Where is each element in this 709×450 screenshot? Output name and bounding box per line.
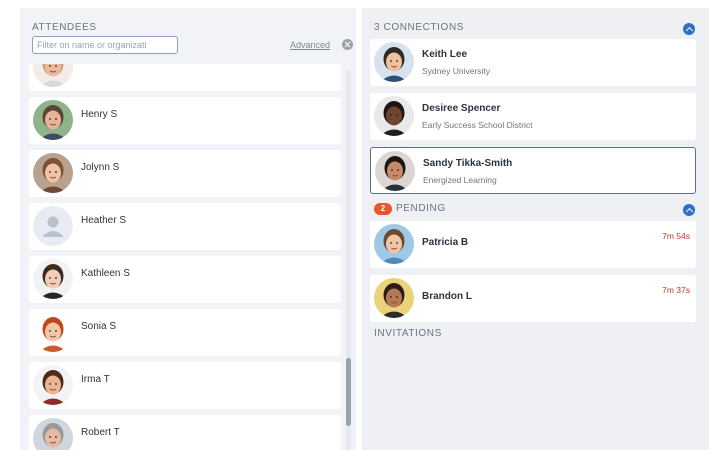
pending-avatar (374, 278, 414, 318)
pending-card[interactable]: Brandon L 7m 37s (370, 275, 696, 322)
attendee-name: Jolynn S (81, 162, 120, 173)
attendee-list[interactable]: Henry S Jolynn S Heather S Kathleen S Sonia … (29, 64, 341, 450)
clear-filter-icon[interactable] (342, 39, 353, 50)
collapse-connections-icon[interactable] (683, 23, 695, 35)
pending-name: Patricia B (422, 237, 469, 248)
connection-name: Sandy Tikka-Smith (423, 158, 513, 169)
connection-avatar (374, 42, 414, 82)
connections-title: 3 CONNECTIONS (374, 22, 465, 33)
connection-name: Desiree Spencer (422, 103, 501, 114)
attendee-avatar (33, 153, 73, 193)
collapse-pending-icon[interactable] (683, 204, 695, 216)
pending-title: PENDING (396, 203, 446, 214)
pending-timer: 7m 37s (662, 285, 690, 295)
attendee-card[interactable]: Jolynn S (29, 150, 341, 197)
attendee-card[interactable] (29, 64, 341, 91)
attendee-connections-app: ATTENDEES Advanced Henry S Jolynn S Heathe… (0, 0, 709, 450)
attendees-title: ATTENDEES (32, 22, 97, 33)
attendee-card[interactable]: Heather S (29, 203, 341, 250)
attendee-card[interactable]: Kathleen S (29, 256, 341, 303)
connection-organization: Early Success School District (422, 120, 533, 130)
attendee-avatar (33, 259, 73, 299)
pending-count-badge: 2 (374, 203, 392, 215)
connection-organization: Energized Learning (423, 175, 497, 185)
advanced-link[interactable]: Advanced (290, 40, 330, 50)
attendees-panel: ATTENDEES Advanced Henry S Jolynn S Heathe… (20, 8, 356, 450)
connection-card[interactable]: Desiree Spencer Early Success School Dist… (370, 93, 696, 140)
attendee-avatar (33, 312, 73, 352)
connection-name: Keith Lee (422, 49, 468, 60)
pending-card[interactable]: Patricia B 7m 54s (370, 221, 696, 268)
connections-panel: 3 CONNECTIONS Keith Lee Sydney University… (362, 8, 709, 450)
attendee-avatar (33, 418, 73, 450)
default-avatar-icon (33, 206, 73, 246)
attendee-card[interactable]: Irma T (29, 362, 341, 409)
attendee-name: Heather S (81, 215, 127, 226)
connection-organization: Sydney University (422, 66, 491, 76)
attendee-filter-input[interactable] (32, 36, 178, 54)
scrollbar-thumb[interactable] (346, 358, 351, 426)
attendee-card[interactable]: Sonia S (29, 309, 341, 356)
attendee-name: Kathleen S (81, 268, 130, 279)
attendee-name: Robert T (81, 427, 120, 438)
attendee-avatar (33, 100, 73, 140)
invitations-title: INVITATIONS (374, 328, 442, 339)
connection-avatar (374, 96, 414, 136)
attendee-card[interactable]: Robert T (29, 415, 341, 450)
pending-name: Brandon L (422, 291, 472, 302)
connection-avatar (375, 151, 415, 191)
connection-card[interactable]: Sandy Tikka-Smith Energized Learning (370, 147, 696, 194)
pending-timer: 7m 54s (662, 231, 690, 241)
attendee-scrollbar[interactable] (346, 70, 351, 450)
attendee-name: Henry S (81, 109, 118, 120)
attendee-name: Irma T (81, 374, 110, 385)
attendee-avatar (33, 64, 73, 87)
pending-avatar (374, 224, 414, 264)
attendee-card[interactable]: Henry S (29, 97, 341, 144)
connection-card[interactable]: Keith Lee Sydney University (370, 39, 696, 86)
attendee-name: Sonia S (81, 321, 117, 332)
attendee-avatar (33, 365, 73, 405)
